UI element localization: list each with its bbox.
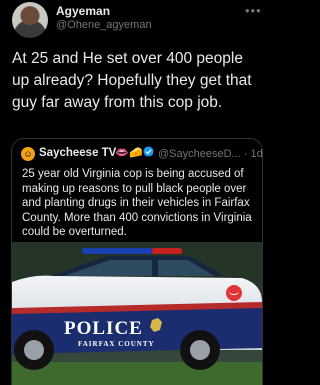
quoted-text: 25 year old Virginia cop is being accuse… [22, 168, 252, 238]
police-text: POLICE [64, 318, 143, 339]
quoted-handle: @SaycheeseD... [158, 148, 241, 160]
quoted-tweet[interactable]: ☺ Saycheese TV 👄 🧀 @SaycheeseD... · 1d 2… [11, 138, 263, 385]
avatar[interactable] [12, 2, 48, 38]
quoted-time: 1d [250, 148, 263, 160]
author-name[interactable]: Agyeman [56, 4, 110, 18]
quoted-avatar: ☺ [21, 147, 35, 161]
quoted-meta: @SaycheeseD... · 1d [158, 148, 263, 160]
verified-icon [143, 146, 154, 160]
police-car-image[interactable]: POLICE FAIRFAX COUNTY [12, 242, 262, 385]
lips-emoji-icon: 👄 [115, 147, 129, 159]
author-handle[interactable]: @Ohene_agyeman [56, 19, 152, 31]
tweet-text: At 25 and He set over 400 people up alre… [12, 50, 252, 111]
county-text: FAIRFAX COUNTY [78, 340, 155, 348]
meta-separator: · [243, 148, 248, 160]
more-horizontal-icon[interactable]: ••• [245, 3, 262, 18]
quoted-name: Saycheese TV [39, 147, 117, 159]
cheese-emoji-icon: 🧀 [129, 147, 143, 159]
